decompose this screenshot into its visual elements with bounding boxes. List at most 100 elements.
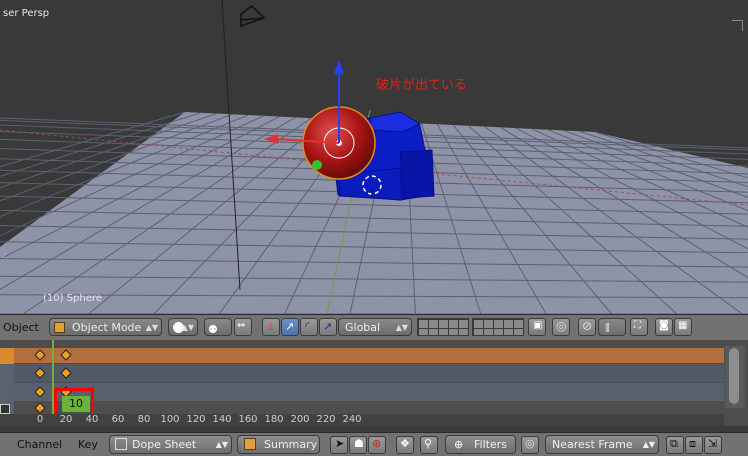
corner-widget[interactable] <box>732 20 743 31</box>
filters-label: Filters <box>474 438 507 451</box>
cube-icon <box>54 322 65 333</box>
axes-icon: ⊥ <box>266 320 276 333</box>
layers-grid[interactable] <box>417 318 469 336</box>
ruler-tick-label: 40 <box>85 414 99 425</box>
lock-icon: ▣ <box>533 320 543 331</box>
snap-button[interactable]: ⊘ <box>578 318 596 336</box>
paste-icon: ⧈ <box>689 437 696 450</box>
auto-snap-icon-button[interactable]: ◎ <box>521 436 539 454</box>
keyframe-diamond <box>60 367 72 379</box>
render-icon: ⛶ <box>634 320 641 331</box>
channel-expand-icon[interactable] <box>0 404 10 414</box>
axis-indicator: z <box>2 250 8 261</box>
paste-flipped-icon: ⇲ <box>708 437 718 450</box>
manipulator-axes-button[interactable]: ⊥ <box>262 318 280 336</box>
ruler-tick-label: 0 <box>36 414 44 425</box>
object-info-label: (10) Sphere <box>43 293 102 304</box>
snap-mode-label: Nearest Frame <box>552 438 633 451</box>
plus-icon: ⊕ <box>454 438 464 451</box>
viewport-scene <box>0 0 748 314</box>
ruler-tick-label: 100 <box>160 414 180 425</box>
pivot-select[interactable]: ⚉ <box>204 318 232 336</box>
summary-toggle[interactable]: Summary <box>237 435 320 454</box>
scale-button[interactable]: ↗ <box>319 318 337 336</box>
orientation-label: Global <box>345 321 381 334</box>
channel-menu[interactable]: Channel <box>17 438 62 451</box>
clapper-icon: ▦ <box>678 320 688 331</box>
filter-type-button[interactable]: ❖ <box>396 436 414 454</box>
layers-grid-2[interactable] <box>472 318 524 336</box>
copy-keyframes-button[interactable]: ⧉ <box>666 436 684 454</box>
cursor-icon: ➤ <box>335 437 345 450</box>
snap-circle-icon: ◎ <box>525 437 535 450</box>
z-arrow <box>334 60 344 74</box>
ghost-icon: ☗ <box>354 437 364 450</box>
updown-icon: ▲▼ <box>395 323 408 332</box>
current-frame-indicator[interactable]: 10 <box>62 396 90 412</box>
show-hidden-button[interactable]: ☗ <box>349 436 367 454</box>
pivot-icon: ⚉ <box>208 323 218 336</box>
lock-button[interactable]: ▣ <box>528 318 546 336</box>
scale-icon: ↗ <box>323 320 333 333</box>
clapper-button[interactable]: ▦ <box>674 318 692 336</box>
keyframe-diamond <box>34 386 46 398</box>
ruler-tick-label: 80 <box>137 414 151 425</box>
camera-button[interactable]: ◙ <box>655 318 673 336</box>
y-arrow <box>312 160 322 170</box>
only-errors-button[interactable]: ⊛ <box>368 436 386 454</box>
selected-only-button[interactable]: ➤ <box>330 436 348 454</box>
translate-button[interactable]: ↗ <box>281 318 299 336</box>
keyframe-diamond <box>34 402 46 414</box>
updown-icon: ▲▼ <box>181 323 194 332</box>
3d-viewport[interactable]: ser Persp (10) Sphere 破片が出ている z <box>0 0 748 314</box>
summary-label: Summary <box>264 438 318 451</box>
rotate-button[interactable]: ◜ <box>300 318 318 336</box>
search-icon: ⚲ <box>424 437 433 450</box>
keyframe-diamond <box>34 349 46 361</box>
ruler-tick-label: 240 <box>342 414 362 425</box>
filter-type-icon: ❖ <box>400 437 410 450</box>
shading-select[interactable]: ▲▼ <box>168 318 198 336</box>
updown-icon: ▲▼ <box>215 440 228 449</box>
updown-icon: ▲▼ <box>642 440 655 449</box>
dope-sheet-header: Channel Key Dope Sheet ▲▼ Summary ➤ ☗ ⊛ … <box>0 432 748 456</box>
manipulator-icon: ⇔ <box>237 320 246 331</box>
translate-icon: ↗ <box>285 320 295 333</box>
search-button[interactable]: ⚲ <box>420 436 438 454</box>
editor-label: Dope Sheet <box>132 438 197 451</box>
object-menu[interactable]: Object <box>3 321 39 334</box>
manipulator-toggle[interactable]: ⇔ <box>234 318 252 336</box>
ruler-tick-label: 220 <box>316 414 336 425</box>
key-menu[interactable]: Key <box>78 438 98 451</box>
ruler-tick-label: 120 <box>186 414 206 425</box>
annotation-text: 破片が出ている <box>376 78 468 93</box>
orientation-select[interactable]: Global ▲▼ <box>338 318 412 336</box>
3d-view-header: Object Object Mode ▲▼ ▲▼ ⚉ ⇔ ⊥ ↗ ◜ ↗ Glo… <box>0 314 748 340</box>
filters-button[interactable]: ⊕ Filters <box>445 435 516 454</box>
auto-snap-select[interactable]: Nearest Frame ▲▼ <box>545 435 659 454</box>
snap-target-select[interactable]: ⫼ <box>598 318 626 336</box>
keyframe-diamond <box>34 367 46 379</box>
mode-label: Object Mode <box>72 321 142 334</box>
snap-icon: ⊘ <box>582 319 593 333</box>
ruler-tick-label: 200 <box>290 414 310 425</box>
copy-icon: ⧉ <box>670 437 678 450</box>
mode-select[interactable]: Object Mode ▲▼ <box>49 318 162 336</box>
camera-icon: ◙ <box>659 320 669 331</box>
ruler-tick-label: 160 <box>238 414 258 425</box>
editor-mode-select[interactable]: Dope Sheet ▲▼ <box>109 435 232 454</box>
keyframe-diamond <box>60 349 72 361</box>
paste-keyframes-button[interactable]: ⧈ <box>685 436 703 454</box>
dope-sheet-icon <box>115 438 127 450</box>
scrollbar-thumb[interactable] <box>729 348 739 404</box>
scrollbar-track[interactable] <box>725 346 745 408</box>
proportional-button[interactable]: ◎ <box>552 318 570 336</box>
ruler-tick-label: 60 <box>111 414 125 425</box>
updown-icon: ▲▼ <box>145 323 158 332</box>
frame-ruler[interactable]: 0 20 40 60 80 100 120 140 160 180 200 220 240 <box>0 414 724 426</box>
view-label: ser Persp <box>3 8 50 19</box>
summary-icon <box>244 438 256 450</box>
render-button[interactable]: ⛶ <box>630 318 648 336</box>
paste-flipped-button[interactable]: ⇲ <box>704 436 722 454</box>
proportional-icon: ◎ <box>556 319 567 333</box>
